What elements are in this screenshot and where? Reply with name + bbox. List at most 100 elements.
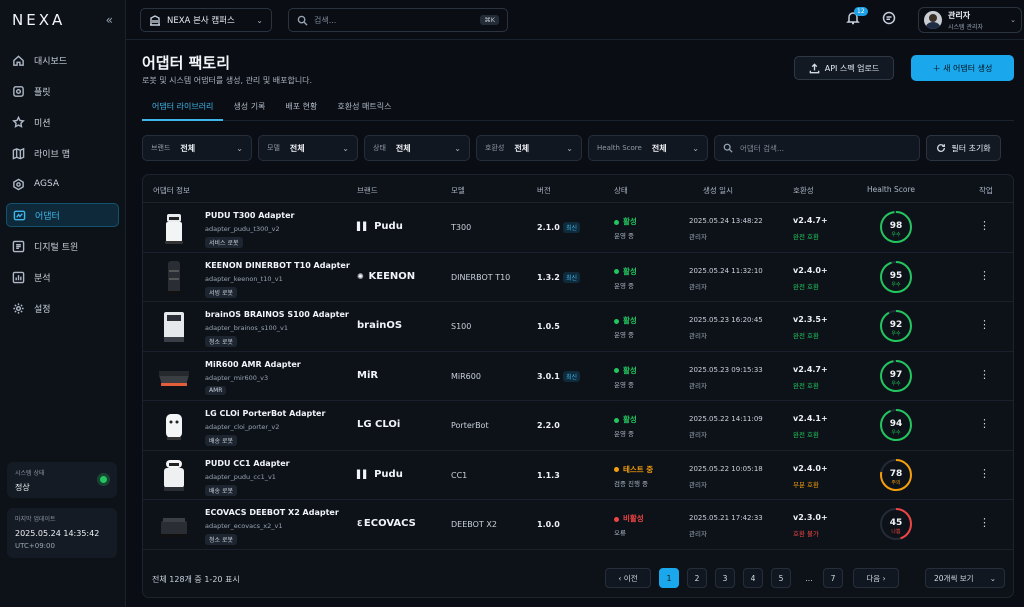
system-status-label: 시스템 상태 [15, 470, 45, 477]
sidebar-item-agsa[interactable]: AGSA [6, 172, 119, 196]
compat-label: 완전 호환 [793, 431, 819, 439]
adapter-id: adapter_ecovacs_x2_v1 [205, 522, 283, 530]
sidebar-nav: 대시보드플릿미션라이브 맵 AGSA 어댑터디지털 트윈분석설정 [0, 48, 125, 320]
collapse-sidebar-icon[interactable]: « [106, 13, 113, 27]
topbar: NEXA 본사 캠퍼스 ⌄ 검색... ⌘K 12 관리자 시스템 관리자 ⌄ [126, 0, 1024, 40]
more-actions-icon[interactable]: ⋮ [979, 517, 990, 531]
robot-image [164, 459, 184, 491]
tab-bar: 어댑터 라이브러리 생성 기록 배포 현황 호환성 매트릭스 [142, 97, 1014, 121]
create-adapter-button[interactable]: ＋ 새 어댑터 생성 [911, 55, 1014, 81]
next-page-button[interactable]: 다음 › [853, 568, 899, 588]
status-dot-icon [614, 368, 619, 373]
notifications-button[interactable]: 12 [846, 7, 868, 29]
upload-icon [809, 62, 820, 73]
table-row[interactable]: MiR600 AMR Adapter adapter_mir600_v3 AMR Mi… [143, 352, 1013, 401]
table-row[interactable]: PUDU T300 Adapter adapter_pudu_t300_v2 서비스… [143, 203, 1013, 253]
robot-image [159, 370, 189, 386]
brand-name: KEENON [368, 270, 416, 282]
tab-3[interactable]: 호환성 매트릭스 [327, 97, 401, 121]
page-button[interactable]: 7 [823, 568, 843, 588]
more-actions-icon[interactable]: ⋮ [979, 467, 990, 482]
score-label: 우수 [891, 232, 901, 238]
fleet-icon [13, 85, 24, 97]
more-actions-icon[interactable]: ⋮ [979, 319, 990, 333]
health-score-gauge: 98 우수 [879, 210, 913, 244]
health-score-ring: 78주의 [880, 458, 912, 491]
page-button[interactable]: 4 [743, 568, 763, 588]
compat-version: v2.3.0+ [793, 513, 828, 522]
category-tag: 청소 로봇 [205, 336, 237, 347]
user-menu[interactable]: 관리자 시스템 관리자 ⌄ [918, 7, 1022, 33]
category-tag: 배송 로봇 [205, 484, 237, 496]
sidebar-item-mission[interactable]: 미션 [6, 110, 119, 134]
brand-filter[interactable]: 브랜드 전체 ⌄ [142, 135, 252, 161]
compat-label: 완전 호환 [793, 282, 819, 291]
reset-filters-button[interactable]: 필터 초기화 [926, 135, 1001, 161]
more-actions-icon[interactable]: ⋮ [979, 220, 990, 234]
created-by: 관리자 [689, 530, 707, 538]
page-button[interactable]: 1 [659, 568, 679, 588]
filter-bar: 브랜드 전체 ⌄ 모델 전체 ⌄ 상태 전체 ⌄ 호환성 전체 ⌄ Health Score 전체… [142, 135, 1014, 161]
table-row[interactable]: ECOVACS DEEBOT X2 Adapter adapter_ecovacs… [143, 500, 1013, 550]
sidebar-item-map[interactable]: 라이브 맵 [6, 141, 119, 165]
adapter-name[interactable]: KEENON DINERBOT T10 Adapter [205, 261, 350, 270]
page-size-select[interactable]: 20개씩 보기 ⌄ [925, 568, 1005, 588]
campus-selector[interactable]: NEXA 본사 캠퍼스 ⌄ [140, 8, 272, 32]
shortcut-badge: ⌘K [480, 15, 499, 25]
adapter-name[interactable]: ECOVACS DEEBOT X2 Adapter [205, 508, 339, 517]
adapter-name[interactable]: MiR600 AMR Adapter [205, 360, 301, 369]
version: 1.0.5 [537, 322, 560, 331]
robot-thumbnail [155, 406, 193, 444]
table-row[interactable]: KEENON DINERBOT T10 Adapter adapter_keeno… [143, 253, 1013, 302]
health-score-gauge: 45 나쁨 [879, 507, 913, 541]
more-actions-icon[interactable]: ⋮ [979, 418, 990, 432]
chart-icon [12, 271, 25, 283]
more-actions-icon[interactable]: ⋮ [979, 269, 990, 284]
chevron-down-icon: ⌄ [342, 143, 349, 153]
status-label: 테스트 중 [623, 464, 654, 474]
table-row[interactable]: brainOS BRAINOS S100 Adapter adapter_brai… [143, 302, 1013, 352]
logo: NEXA « [0, 0, 125, 40]
sidebar-item-adapter[interactable]: 어댑터 [6, 203, 119, 227]
sidebar-item-fleet[interactable]: 플릿 [6, 79, 119, 103]
adapter-name[interactable]: PUDU CC1 Adapter [205, 459, 290, 468]
brand-logo: ▌▌ Pudu [357, 221, 403, 232]
status-badge: 활성 [614, 266, 637, 277]
page-button[interactable]: 5 [771, 568, 791, 588]
sidebar-item-gear[interactable]: 설정 [6, 296, 119, 320]
model-filter-label: 모델 [267, 144, 280, 152]
table-header: 어댑터 정보 브랜드 모델 버전 상태 생성 일시 호환성 Health Score 작업 [143, 175, 1013, 203]
table-row[interactable]: LG CLOi PorterBot Adapter adapter_cloi_po… [143, 401, 1013, 451]
adapter-name[interactable]: LG CLOi PorterBot Adapter [205, 409, 325, 418]
health-score-ring: 45나쁨 [880, 508, 912, 540]
tab-1[interactable]: 생성 기록 [223, 97, 275, 121]
prev-page-button[interactable]: ‹ 이전 [605, 568, 651, 588]
sidebar-item-twin[interactable]: 디지털 트윈 [6, 234, 119, 258]
campus-name: NEXA 본사 캠퍼스 [167, 16, 235, 26]
tab-2[interactable]: 배포 현황 [275, 97, 327, 121]
compatibility-filter[interactable]: 호환성 전체 ⌄ [476, 135, 582, 161]
status-filter[interactable]: 상태 전체 ⌄ [364, 135, 470, 161]
reset-filters-label: 필터 초기화 [951, 143, 991, 153]
table-row[interactable]: PUDU CC1 Adapter adapter_pudu_cc1_v1 배송 로봇… [143, 451, 1013, 500]
column-header: Health Score [867, 185, 916, 194]
score-label: 나쁨 [891, 528, 901, 535]
compat-version: v2.4.0+ [793, 463, 828, 473]
sidebar-item-chart[interactable]: 분석 [6, 265, 119, 289]
page-button[interactable]: 2 [687, 568, 707, 588]
health-score-filter[interactable]: Health Score 전체 ⌄ [588, 135, 708, 161]
page-button[interactable]: 3 [715, 568, 735, 588]
messages-button[interactable] [882, 11, 896, 28]
adapter-name[interactable]: PUDU T300 Adapter [205, 211, 294, 220]
adapter-id: adapter_mir600_v3 [205, 373, 269, 382]
upload-api-spec-button[interactable]: API 스펙 업로드 [794, 56, 894, 80]
sidebar-item-home[interactable]: 대시보드 [6, 48, 119, 72]
tab-0[interactable]: 어댑터 라이브러리 [142, 97, 224, 121]
brand-logo: ℇ ECOVACS [357, 518, 416, 529]
adapter-search-input[interactable]: 어댑터 검색... [714, 135, 920, 161]
adapter-name[interactable]: brainOS BRAINOS S100 Adapter [205, 310, 349, 319]
more-actions-icon[interactable]: ⋮ [979, 368, 990, 383]
global-search[interactable]: 검색... ⌘K [288, 8, 508, 32]
model-filter[interactable]: 모델 전체 ⌄ [258, 135, 358, 161]
column-header: 어댑터 정보 [153, 186, 190, 195]
